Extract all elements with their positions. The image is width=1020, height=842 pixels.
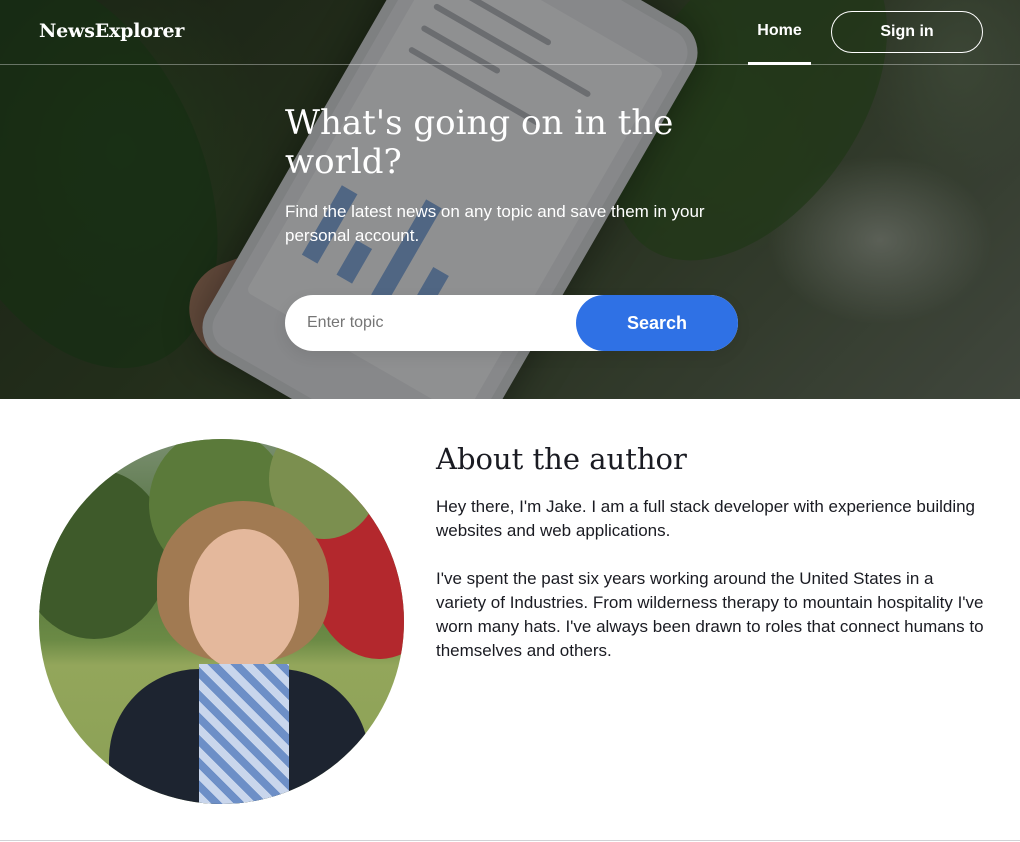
sign-in-button[interactable]: Sign in — [831, 11, 983, 53]
hero-title: What's going on in the world? — [285, 103, 674, 182]
author-photo — [39, 439, 404, 804]
nav-home-link[interactable]: Home — [748, 0, 811, 65]
hero-subtitle: Find the latest news on any topic and sa… — [285, 202, 705, 245]
site-header: NewsExplorer Home Sign in — [0, 0, 1020, 65]
search-button[interactable]: Search — [576, 295, 738, 351]
section-divider — [0, 840, 1020, 841]
about-paragraph: Hey there, I'm Jake. I am a full stack d… — [436, 497, 976, 540]
search-form: Search — [285, 295, 738, 351]
about-paragraph: I've spent the past six years working ar… — [436, 569, 984, 660]
person-face — [189, 529, 299, 669]
person-shirt — [199, 664, 289, 804]
about-title: About the author — [436, 442, 687, 476]
search-input[interactable] — [307, 295, 567, 351]
logo[interactable]: NewsExplorer — [39, 20, 184, 42]
